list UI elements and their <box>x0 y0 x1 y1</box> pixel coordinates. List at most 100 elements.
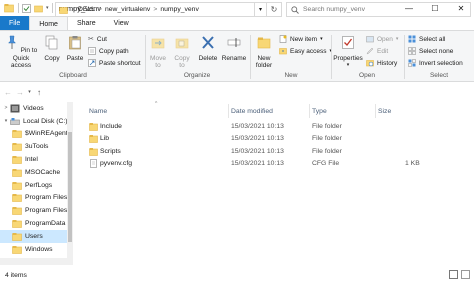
breadcrumb-separator: > <box>71 6 75 13</box>
file-date-modified: 15/03/2021 10:13 <box>231 135 284 142</box>
nav-item[interactable]: PerfLogs <box>0 179 72 192</box>
rename-button[interactable]: Rename <box>221 35 247 62</box>
breadcrumb-new-virtualenv[interactable]: new_virtualenv <box>105 6 150 13</box>
chevron-down-icon[interactable]: ▾ <box>2 118 10 124</box>
sort-caret-icon: ^ <box>155 101 158 107</box>
file-row[interactable]: Include 15/03/2021 10:13 File folder <box>86 120 474 132</box>
chevron-down-icon: ▾ <box>395 36 399 42</box>
select-group-label: Select <box>429 72 449 79</box>
nav-item[interactable]: $WinREAgent <box>0 128 72 141</box>
easy-access-button[interactable]: Easy access ▾ <box>279 47 332 55</box>
breadcrumb-dell[interactable]: DELL <box>78 6 95 13</box>
open-button[interactable]: Open ▾ <box>366 35 398 43</box>
pin-to-quick-access-button[interactable]: Pin to Quick access <box>2 35 40 70</box>
divider <box>250 35 251 79</box>
nav-item[interactable]: Users <box>0 229 72 243</box>
column-header-name[interactable]: Name <box>89 108 107 115</box>
breadcrumb-numpy-venv[interactable]: numpy_venv <box>160 6 199 13</box>
column-header-size[interactable]: Size <box>378 108 391 115</box>
move-to-button[interactable]: Move to <box>147 35 169 70</box>
nav-item[interactable]: Program Files (x86) <box>0 204 72 217</box>
file-type: File folder <box>312 135 342 142</box>
refresh-button[interactable]: ↻ <box>267 2 282 17</box>
invert-selection-button[interactable]: Invert selection <box>408 59 463 67</box>
nav-item-label: 3uTools <box>25 143 49 151</box>
tab-home[interactable]: Home <box>29 16 68 31</box>
new-folder-quick-icon[interactable] <box>34 4 43 13</box>
chevron-right-icon[interactable]: > <box>2 105 10 111</box>
nav-item-label: ProgramData <box>25 220 66 228</box>
file-row[interactable]: pyvenv.cfg 15/03/2021 10:13 CFG File 1 KB <box>86 158 474 170</box>
details-view-icon[interactable] <box>449 270 458 279</box>
forward-arrow-icon[interactable]: → <box>14 88 26 97</box>
drive-icon <box>10 117 20 125</box>
delete-icon <box>202 36 214 49</box>
copy-to-button[interactable]: Copy to <box>171 35 193 70</box>
nav-item[interactable]: Windows <box>0 243 72 256</box>
up-arrow-icon[interactable]: ↑ <box>33 88 45 97</box>
folder-icon <box>12 181 22 190</box>
delete-button[interactable]: Delete <box>196 35 220 62</box>
nav-item[interactable]: Program Files <box>0 192 72 205</box>
copy-button[interactable]: Copy <box>42 35 62 62</box>
nav-pane-horizontal-scrollbar[interactable] <box>0 258 67 265</box>
recent-locations-icon[interactable]: ▾ <box>26 89 33 95</box>
back-arrow-icon[interactable]: ← <box>2 88 14 97</box>
divider <box>404 35 405 79</box>
paste-button[interactable]: Paste <box>64 35 86 62</box>
select-none-button[interactable]: Select none <box>408 47 453 55</box>
tab-file[interactable]: File <box>0 16 30 31</box>
large-icons-view-icon[interactable] <box>461 270 470 279</box>
nav-item[interactable]: ProgramData <box>0 217 72 230</box>
properties-button[interactable]: Properties ▾ <box>333 35 363 70</box>
column-header-type[interactable]: Type <box>312 108 327 115</box>
file-row[interactable]: Lib 15/03/2021 10:13 File folder <box>86 133 474 145</box>
history-button[interactable]: History <box>366 59 397 67</box>
select-all-label: Select all <box>419 35 446 43</box>
new-item-label: New item <box>290 35 318 43</box>
chevron-down-icon: ▾ <box>346 62 350 68</box>
folder-icon <box>89 135 98 143</box>
copy-icon <box>45 35 58 50</box>
edit-button[interactable]: Edit <box>366 47 388 55</box>
nav-item[interactable]: 3uTools <box>0 140 72 153</box>
new-item-button[interactable]: New item ▾ <box>279 35 323 43</box>
tab-share[interactable]: Share <box>68 16 105 31</box>
cut-label: Cut <box>96 35 107 43</box>
customize-toolbar-icon[interactable]: ▾ <box>46 5 49 11</box>
search-box[interactable]: Search numpy_venv <box>286 2 471 17</box>
videos-folder-icon <box>10 104 20 113</box>
address-bar[interactable]: > DELL > new_virtualenv > numpy_venv <box>55 2 255 17</box>
tab-view[interactable]: View <box>105 16 138 31</box>
folder-icon <box>12 130 22 139</box>
folder-icon <box>12 220 22 228</box>
nav-item[interactable]: Intel <box>0 153 72 166</box>
divider <box>18 3 19 13</box>
rename-label: Rename <box>221 54 247 62</box>
history-icon <box>366 60 374 67</box>
properties-check-icon[interactable] <box>22 3 31 13</box>
select-all-button[interactable]: Select all <box>408 35 445 43</box>
folder-icon <box>12 207 22 216</box>
copy-path-label: Copy path <box>99 47 129 55</box>
nav-item-label: Intel <box>25 156 38 164</box>
paste-shortcut-button[interactable]: Paste shortcut <box>88 59 141 67</box>
nav-item[interactable]: > Videos <box>0 102 72 115</box>
file-row[interactable]: Scripts 15/03/2021 10:13 File folder <box>86 145 474 157</box>
folder-icon <box>12 156 22 164</box>
new-group-label: New <box>284 72 298 79</box>
scissors-icon: ✂ <box>88 36 94 43</box>
cut-button[interactable]: ✂ Cut <box>88 35 107 44</box>
nav-item[interactable]: MSOCache <box>0 166 72 179</box>
edit-label: Edit <box>377 47 389 55</box>
folder-icon <box>59 6 68 14</box>
copy-path-button[interactable]: Copy path <box>88 47 129 55</box>
nav-item[interactable]: ▾ Local Disk (C:) <box>0 115 72 128</box>
search-placeholder: Search numpy_venv <box>303 6 365 13</box>
folder-icon <box>89 122 98 131</box>
paste-icon <box>69 36 81 50</box>
address-history-dropdown[interactable]: ▾ <box>255 2 267 17</box>
new-folder-button[interactable]: New folder <box>252 35 276 70</box>
nav-pane-scroll-thumb[interactable] <box>68 132 72 242</box>
column-header-date-modified[interactable]: Date modified <box>231 108 273 115</box>
